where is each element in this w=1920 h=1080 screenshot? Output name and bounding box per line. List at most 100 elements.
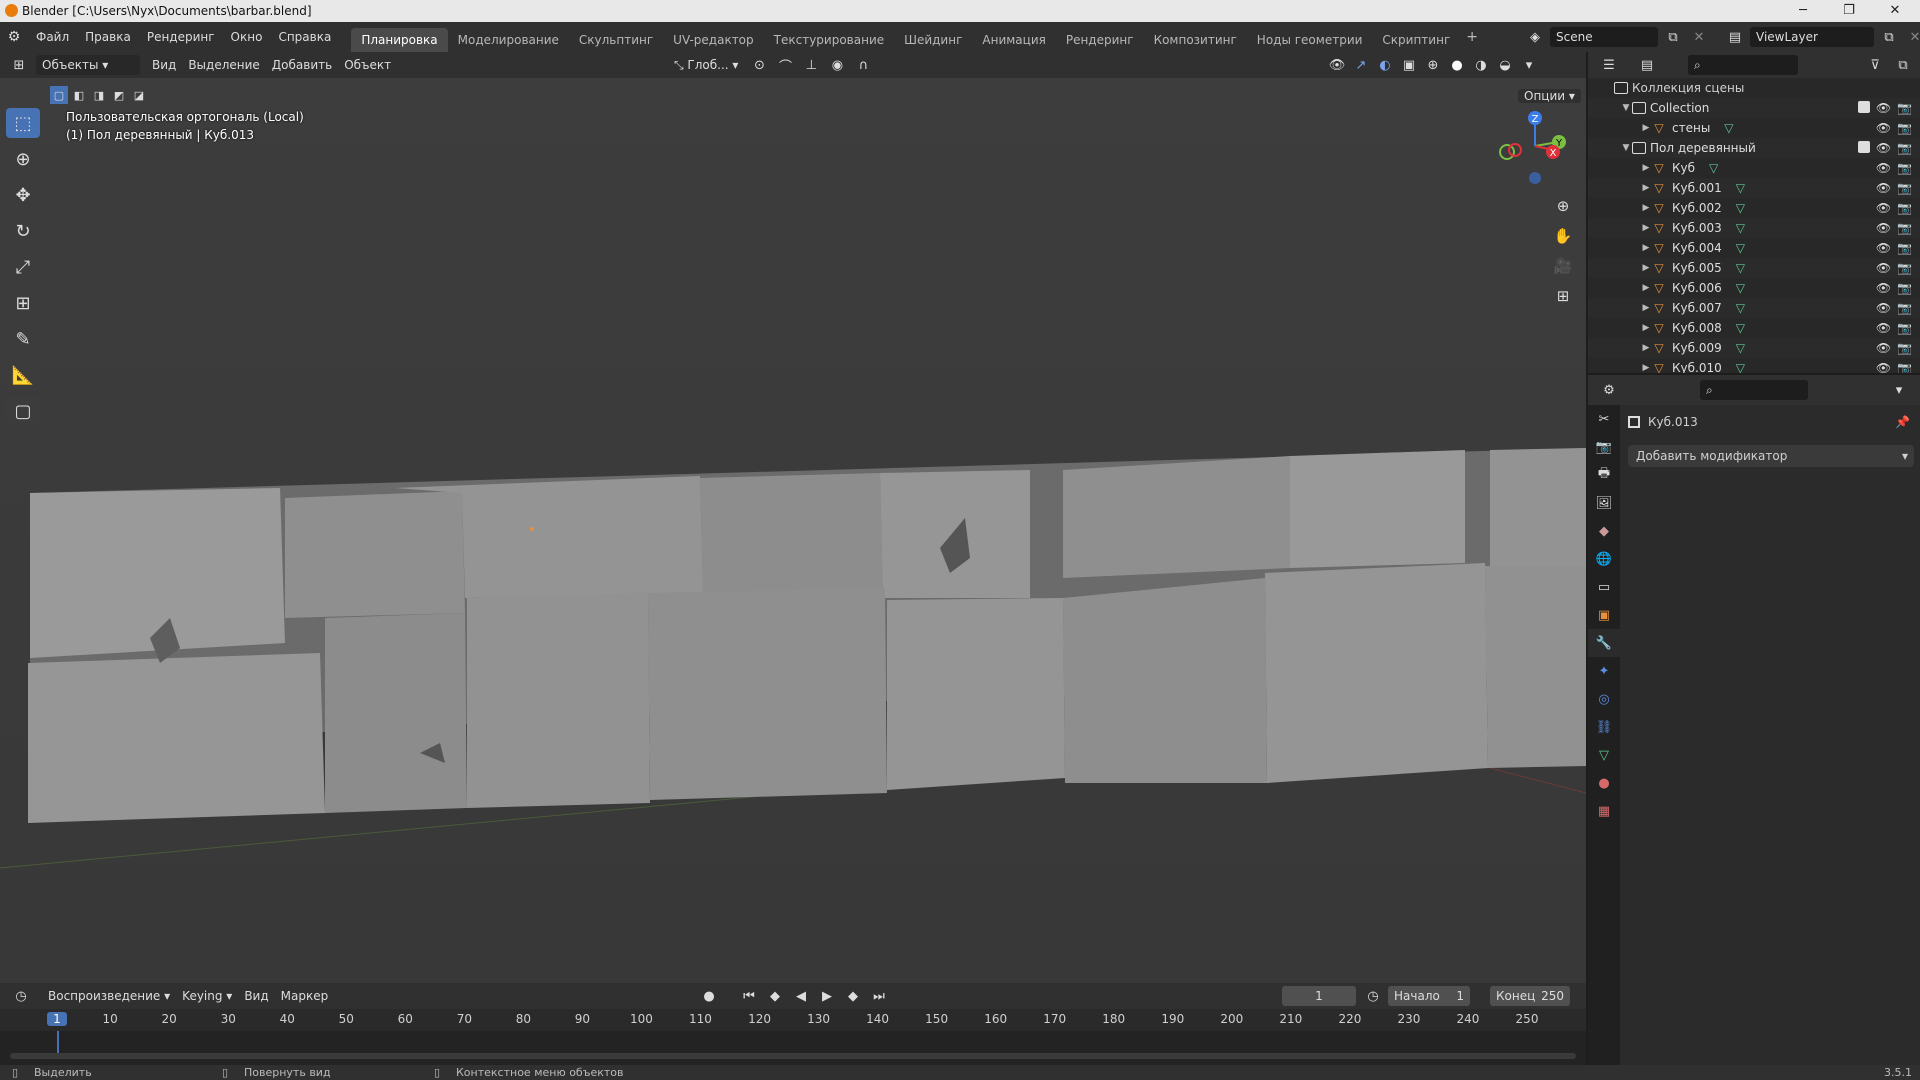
jump-start-icon[interactable]: ⏮ xyxy=(738,986,760,1006)
current-frame-field[interactable]: 1 xyxy=(1282,986,1356,1006)
start-frame-field[interactable]: Начало 1 xyxy=(1388,986,1470,1006)
zoom-icon[interactable]: ⊕ xyxy=(1550,193,1576,219)
mesh-data-icon[interactable]: ▽ xyxy=(1736,201,1745,215)
mesh-data-icon[interactable]: ▽ xyxy=(1736,221,1745,235)
new-view-layer-icon[interactable]: ⧉ xyxy=(1878,27,1900,47)
eye-icon[interactable]: 👁 xyxy=(1876,361,1891,373)
workspace-tab[interactable]: Шейдинг xyxy=(894,28,972,52)
timeline-menu-item[interactable]: Воспроизведение ▾ xyxy=(42,986,176,1006)
view-layer-selector[interactable]: ViewLayer xyxy=(1750,27,1874,47)
add-modifier-dropdown[interactable]: Добавить модификатор ▾ xyxy=(1628,445,1914,467)
menu-item[interactable]: Окно xyxy=(223,22,271,52)
exclude-checkbox[interactable] xyxy=(1857,141,1870,153)
timeline-scrollbar[interactable] xyxy=(10,1053,1576,1059)
select-intersect-icon[interactable]: ◪ xyxy=(130,86,148,104)
collapsed-arrow-icon[interactable]: ▶ xyxy=(1640,363,1652,373)
eye-icon[interactable]: 👁 xyxy=(1876,161,1891,175)
outliner-search-input[interactable]: ⌕ xyxy=(1688,55,1798,75)
cursor-tool[interactable]: ⊕ xyxy=(6,144,40,174)
mesh-data-icon[interactable]: ▽ xyxy=(1736,321,1745,335)
outliner-row[interactable]: ▶ ▽ Куб.002 ▽ 👁 📷 xyxy=(1588,198,1920,218)
eye-icon[interactable]: 👁 xyxy=(1876,201,1891,215)
render-camera-icon[interactable]: 📷 xyxy=(1897,341,1912,355)
collection-tab-icon[interactable]: ▭ xyxy=(1588,573,1620,601)
tool-tab-icon[interactable]: ✂ xyxy=(1588,405,1620,433)
properties-options-icon[interactable]: ▾ xyxy=(1888,380,1910,400)
add-workspace-button[interactable]: + xyxy=(1466,29,1478,45)
viewport-menu-item[interactable]: Выделение xyxy=(182,55,265,75)
viewport-menu-item[interactable]: Добавить xyxy=(266,55,338,75)
mode-selector[interactable]: Объекты ▾ xyxy=(36,55,140,75)
render-camera-icon[interactable]: 📷 xyxy=(1897,141,1912,155)
collapsed-arrow-icon[interactable]: ▶ xyxy=(1640,123,1652,133)
frame-ruler[interactable]: 1 10 20 30 40 50 60 70 80 90 100 110 120 130 140 150 160… xyxy=(0,1009,1586,1031)
mesh-data-icon[interactable]: ▽ xyxy=(1736,361,1745,373)
outliner-root[interactable]: Коллекция сцены xyxy=(1588,78,1920,98)
options-button[interactable]: Опции ▾ xyxy=(1518,86,1581,106)
render-camera-icon[interactable]: 📷 xyxy=(1897,281,1912,295)
new-scene-icon[interactable]: ⧉ xyxy=(1662,27,1684,47)
pin-icon[interactable]: 📌 xyxy=(1895,415,1910,429)
stopwatch-icon[interactable]: ◷ xyxy=(1362,986,1384,1006)
mesh-data-icon[interactable]: ▽ xyxy=(1724,121,1733,135)
close-button[interactable]: ✕ xyxy=(1872,0,1918,22)
ortho-grid-icon[interactable]: ⊞ xyxy=(1550,283,1576,309)
mesh-data-icon[interactable]: ▽ xyxy=(1709,161,1718,175)
select-new-icon[interactable]: ▢ xyxy=(50,86,68,104)
workspace-tab[interactable]: Анимация xyxy=(972,28,1055,52)
outliner-row[interactable]: ▶ ▽ Куб.003 ▽ 👁 📷 xyxy=(1588,218,1920,238)
collapsed-arrow-icon[interactable]: ▶ xyxy=(1640,243,1652,253)
shading-options-icon[interactable]: ▾ xyxy=(1518,55,1540,75)
outliner-row[interactable]: ▶ ▽ Куб.007 ▽ 👁 📷 xyxy=(1588,298,1920,318)
rotate-tool[interactable]: ↻ xyxy=(6,216,40,246)
outliner-row[interactable]: ▶ ▽ Куб.005 ▽ 👁 📷 xyxy=(1588,258,1920,278)
eye-icon[interactable]: 👁 xyxy=(1876,301,1891,315)
render-camera-icon[interactable]: 📷 xyxy=(1897,181,1912,195)
outliner-row[interactable]: ▶ ▽ Куб.004 ▽ 👁 📷 xyxy=(1588,238,1920,258)
visibility-icon[interactable]: 👁 xyxy=(1326,55,1348,75)
transform-tool[interactable]: ⊞ xyxy=(6,288,40,318)
delete-view-layer-icon[interactable]: ✕ xyxy=(1904,27,1920,47)
constraints-tab-icon[interactable]: ⛓ xyxy=(1588,713,1620,741)
workspace-tab[interactable]: Скульптинг xyxy=(569,28,663,52)
play-icon[interactable]: ▶ xyxy=(816,986,838,1006)
object-tab-icon[interactable]: ▣ xyxy=(1588,601,1620,629)
render-camera-icon[interactable]: 📷 xyxy=(1897,201,1912,215)
mesh-data-icon[interactable]: ▽ xyxy=(1736,181,1745,195)
new-collection-icon[interactable]: ⧉ xyxy=(1892,55,1914,75)
overlay-icon[interactable]: ◐ xyxy=(1374,55,1396,75)
timeline-menu-item[interactable]: Keying ▾ xyxy=(176,986,238,1006)
eye-icon[interactable]: 👁 xyxy=(1876,281,1891,295)
render-camera-icon[interactable]: 📷 xyxy=(1897,101,1912,115)
particles-tab-icon[interactable]: ✦ xyxy=(1588,657,1620,685)
delete-scene-icon[interactable]: ✕ xyxy=(1688,27,1710,47)
move-tool[interactable]: ✥ xyxy=(6,180,40,210)
eye-icon[interactable]: 👁 xyxy=(1876,321,1891,335)
render-camera-icon[interactable]: 📷 xyxy=(1897,161,1912,175)
workspace-tab[interactable]: UV-редактор xyxy=(663,28,763,52)
workspace-tab[interactable]: Ноды геометрии xyxy=(1247,28,1373,52)
menu-item[interactable]: Правка xyxy=(77,22,139,52)
view-layer-icon[interactable]: ▤ xyxy=(1724,27,1746,47)
eye-icon[interactable]: 👁 xyxy=(1876,181,1891,195)
eye-icon[interactable]: 👁 xyxy=(1876,341,1891,355)
collapsed-arrow-icon[interactable]: ▶ xyxy=(1640,303,1652,313)
rendered-shading-icon[interactable]: ◒ xyxy=(1494,55,1516,75)
timeline-editor-type-icon[interactable]: ◷ xyxy=(10,986,32,1006)
scene-selector[interactable]: Scene xyxy=(1550,27,1658,47)
object-name[interactable]: Куб.013 xyxy=(1648,415,1698,429)
navigation-gizmo[interactable]: Z Y X xyxy=(1490,108,1570,188)
collapsed-arrow-icon[interactable]: ▶ xyxy=(1640,163,1652,173)
modifier-tab-icon[interactable]: 🔧 xyxy=(1588,629,1620,657)
select-extend-icon[interactable]: ◧ xyxy=(70,86,88,104)
camera-icon[interactable]: 🎥 xyxy=(1550,253,1576,279)
material-shading-icon[interactable]: ◑ xyxy=(1470,55,1492,75)
render-camera-icon[interactable]: 📷 xyxy=(1897,301,1912,315)
falloff-icon[interactable]: ∩ xyxy=(852,55,874,75)
workspace-tab[interactable]: Скриптинг xyxy=(1372,28,1460,52)
viewport-menu-item[interactable]: Вид xyxy=(146,55,182,75)
outliner-row[interactable]: ▶ ▽ Куб.006 ▽ 👁 📷 xyxy=(1588,278,1920,298)
menu-item[interactable]: Справка xyxy=(270,22,339,52)
material-tab-icon[interactable]: ● xyxy=(1588,769,1620,797)
workspace-tab[interactable]: Рендеринг xyxy=(1056,28,1144,52)
